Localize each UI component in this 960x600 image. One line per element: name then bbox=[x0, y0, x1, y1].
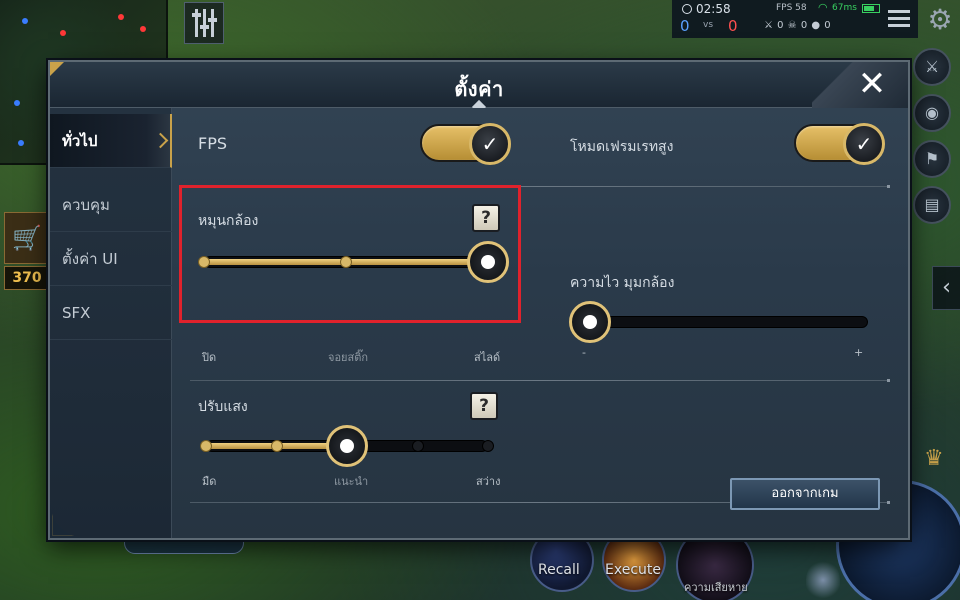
player-stats: ⚔ 0 ☠ 0 ● 0 bbox=[764, 20, 831, 31]
fps-toggle[interactable]: ✓ bbox=[420, 123, 511, 165]
clock-icon bbox=[682, 4, 692, 14]
flag-signal-icon[interactable]: ⚑ bbox=[913, 140, 951, 178]
camera-speed-min: - bbox=[582, 346, 586, 359]
hud-settings-sliders-icon[interactable] bbox=[184, 2, 224, 44]
sidebar-item-general[interactable]: ทั่วไป bbox=[50, 114, 172, 168]
brightness-option-dark: มืด bbox=[202, 475, 217, 488]
recall-label: Recall bbox=[538, 562, 580, 578]
minimap-ally-marker bbox=[22, 18, 28, 24]
camera-option-joystick: จอยสติ๊ก bbox=[328, 351, 369, 364]
camera-option-off: ปิด bbox=[202, 351, 217, 364]
check-icon: ✓ bbox=[469, 123, 511, 165]
menu-icon[interactable] bbox=[888, 10, 910, 31]
slider-stop[interactable] bbox=[411, 440, 424, 452]
minimap-enemy-marker bbox=[60, 30, 66, 36]
rank-emblem-icon: ♛ bbox=[924, 446, 944, 471]
camera-rotate-slider[interactable] bbox=[198, 241, 509, 283]
settings-dialog: ตั้งค่า ✕ ทั่วไป ควบคุม ตั้งค่า UI SFX F… bbox=[48, 60, 910, 540]
row-divider bbox=[190, 185, 890, 188]
brightness-label: ปรับแสง bbox=[198, 399, 248, 415]
help-icon[interactable]: ? bbox=[470, 392, 498, 420]
slider-stop[interactable] bbox=[482, 440, 494, 452]
sidebar-item-ui-settings[interactable]: ตั้งค่า UI bbox=[50, 232, 172, 286]
exit-game-button[interactable]: ออกจากเกม bbox=[730, 478, 880, 510]
brightness-option-recommended: แนะนำ bbox=[334, 475, 369, 488]
slider-stop[interactable] bbox=[198, 256, 210, 268]
row-divider bbox=[190, 379, 890, 382]
slider-thumb[interactable] bbox=[467, 241, 509, 283]
scoreboard: 02:58 0 vs 0 FPS 58 ◠ 67ms ⚔ 0 ☠ 0 ● 0 bbox=[672, 0, 918, 38]
slider-stop[interactable] bbox=[200, 440, 212, 452]
ping-readout: 67ms bbox=[832, 3, 857, 13]
high-frame-mode-label: โหมดเฟรมเรทสูง bbox=[570, 139, 674, 155]
settings-content: FPS ✓ โหมดเฟรมเรทสูง ✓ หมุนกล้อง ? ปิด จ… bbox=[172, 108, 908, 538]
hero-portrait bbox=[806, 560, 840, 600]
damage-label: ความเสียหาย bbox=[684, 581, 748, 594]
slider-track bbox=[578, 316, 868, 328]
team-kills: 0 bbox=[680, 17, 690, 35]
minimap-enemy-marker bbox=[140, 26, 146, 32]
shop-button[interactable]: 🛒 370 bbox=[4, 212, 50, 294]
wifi-icon: ◠ bbox=[818, 1, 828, 14]
close-icon[interactable]: ✕ bbox=[840, 62, 904, 106]
gold-amount: 370 bbox=[4, 266, 50, 290]
cart-icon: 🛒 bbox=[4, 212, 50, 264]
versus-label: vs bbox=[703, 20, 714, 30]
camera-speed-slider[interactable] bbox=[568, 301, 868, 343]
slider-stop[interactable] bbox=[340, 256, 352, 268]
helmet-signal-icon[interactable]: ◉ bbox=[913, 94, 951, 132]
fps-readout: FPS 58 bbox=[776, 3, 807, 13]
gear-icon[interactable]: ⚙ bbox=[924, 4, 956, 36]
brightness-option-bright: สว่าง bbox=[476, 475, 501, 488]
minimap-ally-marker bbox=[14, 100, 20, 106]
chat-icon[interactable]: ▤ bbox=[913, 186, 951, 224]
chevron-left-icon[interactable]: ‹ bbox=[932, 266, 960, 310]
sidebar-item-sfx[interactable]: SFX bbox=[50, 286, 172, 340]
brightness-slider[interactable] bbox=[200, 425, 494, 467]
dialog-header: ตั้งค่า ✕ bbox=[50, 62, 908, 109]
high-frame-mode-toggle[interactable]: ✓ bbox=[794, 123, 885, 165]
settings-sidebar: ทั่วไป ควบคุม ตั้งค่า UI SFX bbox=[50, 108, 172, 538]
camera-speed-label: ความไว มุมกล้อง bbox=[570, 275, 675, 291]
match-timer: 02:58 bbox=[682, 2, 731, 16]
battery-icon bbox=[862, 4, 880, 13]
slider-thumb[interactable] bbox=[568, 301, 611, 343]
slider-thumb[interactable] bbox=[326, 425, 368, 467]
sword-signal-icon[interactable]: ⚔ bbox=[913, 48, 951, 86]
enemy-kills: 0 bbox=[728, 17, 738, 35]
camera-speed-max: + bbox=[854, 346, 864, 359]
camera-rotate-label: หมุนกล้อง bbox=[198, 213, 259, 229]
check-icon: ✓ bbox=[843, 123, 885, 165]
camera-option-swipe: สไลด์ bbox=[474, 351, 501, 364]
fps-label: FPS bbox=[198, 134, 228, 153]
help-icon[interactable]: ? bbox=[472, 204, 500, 232]
minimap-ally-marker bbox=[18, 140, 24, 146]
slider-stop[interactable] bbox=[270, 440, 283, 452]
sidebar-item-controls[interactable]: ควบคุม bbox=[50, 178, 172, 232]
minimap-enemy-marker bbox=[118, 14, 124, 20]
execute-label: Execute bbox=[605, 562, 661, 578]
